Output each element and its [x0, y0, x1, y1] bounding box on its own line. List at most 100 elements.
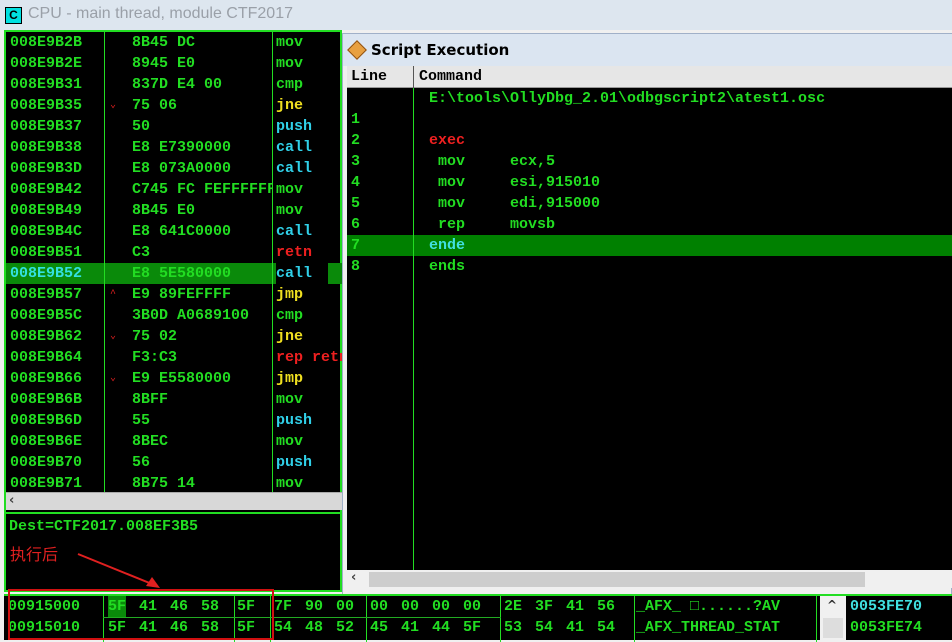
hex-bytes: F3:C3: [132, 349, 178, 366]
disasm-row[interactable]: 008E9B2E 8945 E0 mov: [6, 53, 342, 74]
disasm-row[interactable]: 008E9B70 56 push: [6, 452, 342, 473]
jump-arrow-icon: ⌄: [110, 373, 117, 384]
address: 008E9B37: [10, 118, 83, 135]
dump-byte[interactable]: 00: [463, 596, 481, 617]
disasm-row[interactable]: 008E9B35 ⌄ 75 06 jne: [6, 95, 342, 116]
address: 008E9B51: [10, 244, 83, 261]
column-divider: [816, 596, 817, 642]
address: 008E9B31: [10, 76, 83, 93]
script-row[interactable]: 4 mov esi,915010: [347, 172, 952, 193]
mnemonic: jne: [276, 328, 304, 345]
disasm-row[interactable]: 008E9B37 50 push: [6, 116, 342, 137]
disasm-row[interactable]: 008E9B42 C745 FC FEFFFFFF mov: [6, 179, 342, 200]
script-row[interactable]: 1: [347, 109, 952, 130]
disasm-row[interactable]: 008E9B64 F3:C3 rep retn: [6, 347, 342, 368]
hex-bytes: 50: [132, 118, 151, 135]
script-row[interactable]: 5 mov edi,915000: [347, 193, 952, 214]
dump-byte[interactable]: 53: [504, 617, 522, 638]
dump-byte[interactable]: 7F: [274, 596, 292, 617]
disasm-row[interactable]: 008E9B38 E8 E7390000 call: [6, 137, 342, 158]
line-number: 5: [351, 195, 361, 212]
script-row[interactable]: 7 ende: [347, 235, 952, 256]
address: 008E9B4C: [10, 223, 83, 240]
dump-byte[interactable]: 54: [535, 617, 553, 638]
disasm-row[interactable]: 008E9B62 ⌄ 75 02 jne: [6, 326, 342, 347]
script-row[interactable]: 8 ends: [347, 256, 952, 277]
line-number: 7: [351, 237, 361, 254]
hex-bytes: E9 89FEFFFF: [132, 286, 232, 303]
dump-vertical-scrollbar[interactable]: ^: [820, 596, 846, 642]
dump-byte[interactable]: 52: [336, 617, 354, 638]
command: ende: [429, 237, 466, 254]
dump-byte[interactable]: 00: [370, 596, 388, 617]
command: exec: [429, 132, 466, 149]
disasm-row[interactable]: 008E9B57 ^ E9 89FEFFFF jmp: [6, 284, 342, 305]
disasm-row[interactable]: 008E9B6E 8BEC mov: [6, 431, 342, 452]
disasm-row[interactable]: 008E9B6D 55 push: [6, 410, 342, 431]
address: 008E9B2B: [10, 34, 83, 51]
dump-byte[interactable]: 54: [597, 617, 615, 638]
dump-byte[interactable]: 41: [401, 617, 419, 638]
scroll-up-icon[interactable]: ^: [827, 598, 837, 612]
disasm-row[interactable]: 008E9B4C E8 641C0000 call: [6, 221, 342, 242]
address: 008E9B3D: [10, 160, 83, 177]
dump-byte[interactable]: 44: [432, 617, 450, 638]
line-number: 6: [351, 216, 361, 233]
dump-byte[interactable]: 90: [305, 596, 323, 617]
horizontal-scrollbar[interactable]: ‹: [6, 492, 342, 510]
disasm-row[interactable]: 008E9B31 837D E4 00 cmp: [6, 74, 342, 95]
address: 008E9B71: [10, 475, 83, 492]
hex-bytes: E8 5E580000: [132, 265, 232, 282]
dump-byte[interactable]: 56: [597, 596, 615, 617]
script-row[interactable]: E:\tools\OllyDbg_2.01\odbgscript2\atest1…: [347, 88, 952, 109]
dump-byte[interactable]: 48: [305, 617, 323, 638]
scroll-thumb[interactable]: [823, 618, 843, 638]
disasm-row[interactable]: 008E9B6B 8BFF mov: [6, 389, 342, 410]
column-header-line[interactable]: Line: [351, 66, 387, 88]
column-divider: [634, 596, 635, 642]
dump-byte[interactable]: 00: [432, 596, 450, 617]
disasm-row[interactable]: 008E9B5C 3B0D A0689100 cmp: [6, 305, 342, 326]
mnemonic: cmp: [276, 307, 304, 324]
script-icon: [347, 40, 367, 60]
dump-byte[interactable]: 5F: [463, 617, 481, 638]
script-window-titlebar[interactable]: Script Execution: [343, 34, 952, 66]
script-row[interactable]: 2 exec: [347, 130, 952, 151]
address: 008E9B6D: [10, 412, 83, 429]
disasm-row[interactable]: 008E9B3D E8 073A0000 call: [6, 158, 342, 179]
script-execution-window[interactable]: Script Execution Line Command E:\tools\O…: [342, 33, 952, 595]
script-row[interactable]: 3 mov ecx,5: [347, 151, 952, 172]
scroll-thumb[interactable]: [369, 572, 865, 587]
dump-byte[interactable]: 00: [401, 596, 419, 617]
column-divider: [366, 596, 367, 642]
cpu-disassembly-pane[interactable]: 008E9B2B 8B45 DC mov 008E9B2E 8945 E0 mov 008E…: [4, 30, 342, 592]
hex-bytes: E9 E5580000: [132, 370, 232, 387]
disasm-row[interactable]: 008E9B52 E8 5E580000 call: [6, 263, 342, 284]
annotation-label: 执行后: [10, 545, 59, 564]
scroll-left-icon[interactable]: ‹: [351, 570, 356, 585]
disasm-row[interactable]: 008E9B2B 8B45 DC mov: [6, 32, 342, 53]
mnemonic: cmp: [276, 76, 304, 93]
mnemonic: mov: [276, 181, 304, 198]
dump-byte[interactable]: 45: [370, 617, 388, 638]
hex-bytes: 8BEC: [132, 433, 169, 450]
hex-bytes: 8B75 14: [132, 475, 196, 492]
script-row[interactable]: 6 rep movsb: [347, 214, 952, 235]
dump-byte[interactable]: 41: [566, 617, 584, 638]
dump-byte[interactable]: 00: [336, 596, 354, 617]
disasm-row[interactable]: 008E9B51 C3 retn: [6, 242, 342, 263]
dump-byte[interactable]: 54: [274, 617, 292, 638]
scroll-left-icon[interactable]: ‹: [9, 493, 14, 508]
disasm-row[interactable]: 008E9B49 8B45 E0 mov: [6, 200, 342, 221]
script-horizontal-scrollbar[interactable]: ‹: [347, 570, 952, 588]
script-lines[interactable]: E:\tools\OllyDbg_2.01\odbgscript2\atest1…: [347, 88, 952, 570]
dump-byte[interactable]: 41: [566, 596, 584, 617]
disasm-row[interactable]: 008E9B66 ⌄ E9 E5580000 jmp: [6, 368, 342, 389]
dump-byte[interactable]: 3F: [535, 596, 553, 617]
dump-byte[interactable]: 2E: [504, 596, 522, 617]
column-divider: [104, 32, 105, 492]
command: mov ecx,5: [429, 153, 556, 170]
mnemonic: mov: [276, 391, 304, 408]
disasm-row[interactable]: 008E9B71 8B75 14 mov: [6, 473, 342, 494]
column-header-command[interactable]: Command: [419, 66, 482, 88]
